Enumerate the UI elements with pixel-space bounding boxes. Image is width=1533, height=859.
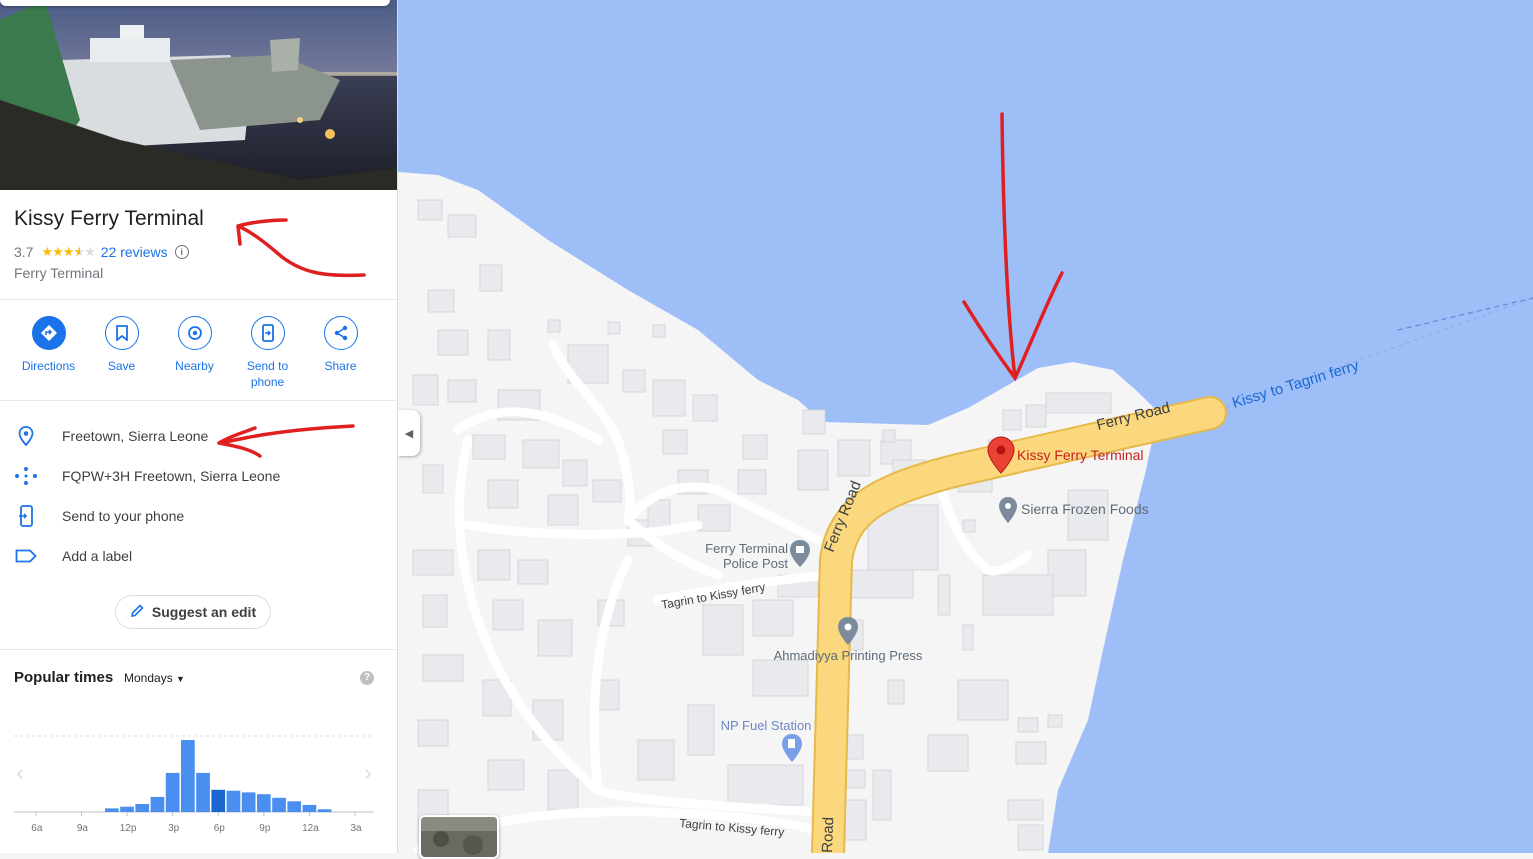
chart-bar[interactable] — [105, 808, 119, 812]
map-canvas[interactable]: Ferry Road Ferry Road Road Kissy to Tagr… — [398, 0, 1533, 853]
chart-bar[interactable] — [272, 797, 286, 812]
nearby-icon — [177, 316, 212, 350]
action-bar: Directions Save Nearby Send to phone Sha… — [12, 316, 377, 390]
popular-times-chart: ‹ › 6a 9a 12p 3p 6p 9p 12a 3a — [14, 735, 374, 834]
send-to-phone-label: Send to phone — [246, 359, 289, 389]
help-icon[interactable]: ? — [360, 671, 374, 685]
address-text: Freetown, Sierra Leone — [62, 428, 209, 444]
rating-value: 3.7 — [14, 244, 34, 260]
rating-row: 3.7 ★★★★★★ 22 reviews i — [14, 244, 189, 260]
map-layer-thumbnail[interactable] — [419, 815, 499, 859]
rating-stars: ★★★★★★ — [41, 244, 95, 259]
chart-bar[interactable] — [165, 772, 180, 812]
chart-bars — [105, 740, 332, 812]
chart-next-icon[interactable]: › — [364, 760, 371, 785]
plus-code-row[interactable]: FQPW+3H Freetown, Sierra Leone — [0, 456, 397, 496]
chart-bar[interactable] — [196, 772, 210, 812]
chart-prev-icon[interactable]: ‹ — [16, 760, 23, 785]
directions-label: Directions — [21, 359, 76, 373]
send-to-phone-text: Send to your phone — [62, 508, 185, 524]
save-label: Save — [107, 359, 136, 373]
annotation-arrow-address — [217, 424, 355, 458]
directions-button[interactable]: Directions — [12, 316, 85, 390]
chart-bar[interactable] — [150, 796, 165, 812]
chart-tick-label: 12p — [120, 823, 137, 834]
label-ferry-road-3: Road — [819, 817, 837, 853]
chart-bar[interactable] — [135, 804, 150, 812]
place-panel: Kissy Ferry Terminal 3.7 ★★★★★★ 22 revie… — [0, 0, 398, 853]
chart-tick-label: 6p — [214, 823, 226, 834]
search-box-edge[interactable] — [0, 0, 390, 6]
bookmark-icon — [104, 316, 139, 350]
popular-times-title: Popular times — [14, 669, 114, 686]
chart-tick-label: 9p — [259, 823, 271, 834]
place-category[interactable]: Ferry Terminal — [14, 265, 103, 281]
label-police-2[interactable]: Police Post — [723, 556, 788, 571]
directions-icon — [31, 316, 66, 350]
chart-tick-label: 3a — [350, 823, 362, 834]
divider — [0, 649, 397, 650]
chart-bar[interactable] — [181, 740, 195, 812]
chart-bar[interactable] — [211, 789, 226, 812]
suggest-edit-label: Suggest an edit — [151, 604, 257, 620]
chevron-left-icon: ◀ — [404, 427, 414, 440]
share-label: Share — [324, 359, 357, 373]
send-to-phone-row[interactable]: Send to your phone — [0, 496, 397, 536]
add-label-text: Add a label — [62, 548, 133, 564]
plus-code-icon — [0, 466, 62, 486]
add-label-row[interactable]: Add a label — [0, 536, 397, 576]
label-terminal[interactable]: Kissy Ferry Terminal — [1017, 447, 1144, 463]
share-icon — [323, 316, 358, 350]
send-to-phone-icon — [250, 316, 285, 350]
plus-code-text: FQPW+3H Freetown, Sierra Leone — [62, 468, 281, 484]
caret-down-icon: ▼ — [176, 674, 185, 684]
divider — [0, 400, 397, 401]
annotation-arrow-title — [236, 218, 366, 278]
share-button[interactable]: Share — [304, 316, 377, 390]
collapse-panel-button[interactable]: ◀ — [398, 410, 420, 456]
chart-bar[interactable] — [120, 806, 134, 812]
chart-tick-label: 9a — [77, 823, 89, 834]
info-icon[interactable]: i — [174, 245, 189, 259]
satellite-thumb-image — [421, 817, 497, 857]
chart-bar[interactable] — [241, 792, 256, 812]
save-button[interactable]: Save — [85, 316, 158, 390]
chart-bar[interactable] — [317, 809, 332, 812]
chart-tick-label: 12a — [302, 823, 319, 834]
place-title: Kissy Ferry Terminal — [14, 207, 204, 230]
day-selector-label: Mondays — [124, 671, 173, 685]
place-photo[interactable] — [0, 0, 397, 190]
location-pin-icon — [0, 426, 62, 446]
day-selector[interactable]: Mondays ▼ — [124, 671, 185, 685]
chart-tick-label: 3p — [168, 823, 180, 834]
reviews-link[interactable]: 22 reviews — [101, 244, 168, 260]
phone-icon — [0, 505, 62, 527]
divider — [0, 299, 397, 300]
chart-bar[interactable] — [287, 801, 302, 812]
map-svg[interactable]: Ferry Road Ferry Road Road Kissy to Tagr… — [398, 0, 1533, 853]
suggest-edit-button[interactable]: Suggest an edit — [115, 595, 271, 629]
chart-tick-label: 6a — [31, 823, 43, 834]
nearby-label: Nearby — [175, 359, 214, 373]
label-icon — [0, 549, 62, 563]
chart-ticks: 6a 9a 12p 3p 6p 9p 12a 3a — [31, 812, 362, 834]
chart-bar[interactable] — [226, 790, 241, 812]
nearby-button[interactable]: Nearby — [158, 316, 231, 390]
send-to-phone-button[interactable]: Send to phone — [231, 316, 304, 390]
label-ahmadiyya[interactable]: Ahmadiyya Printing Press — [774, 648, 923, 663]
pencil-icon — [130, 603, 144, 621]
chart-bar[interactable] — [302, 804, 317, 812]
label-fuel-station[interactable]: NP Fuel Station — [721, 718, 812, 733]
ferry-photo — [0, 0, 397, 190]
chart-bar[interactable] — [257, 794, 271, 812]
label-police-1[interactable]: Ferry Terminal — [705, 541, 788, 556]
label-sierra-frozen[interactable]: Sierra Frozen Foods — [1021, 501, 1149, 517]
